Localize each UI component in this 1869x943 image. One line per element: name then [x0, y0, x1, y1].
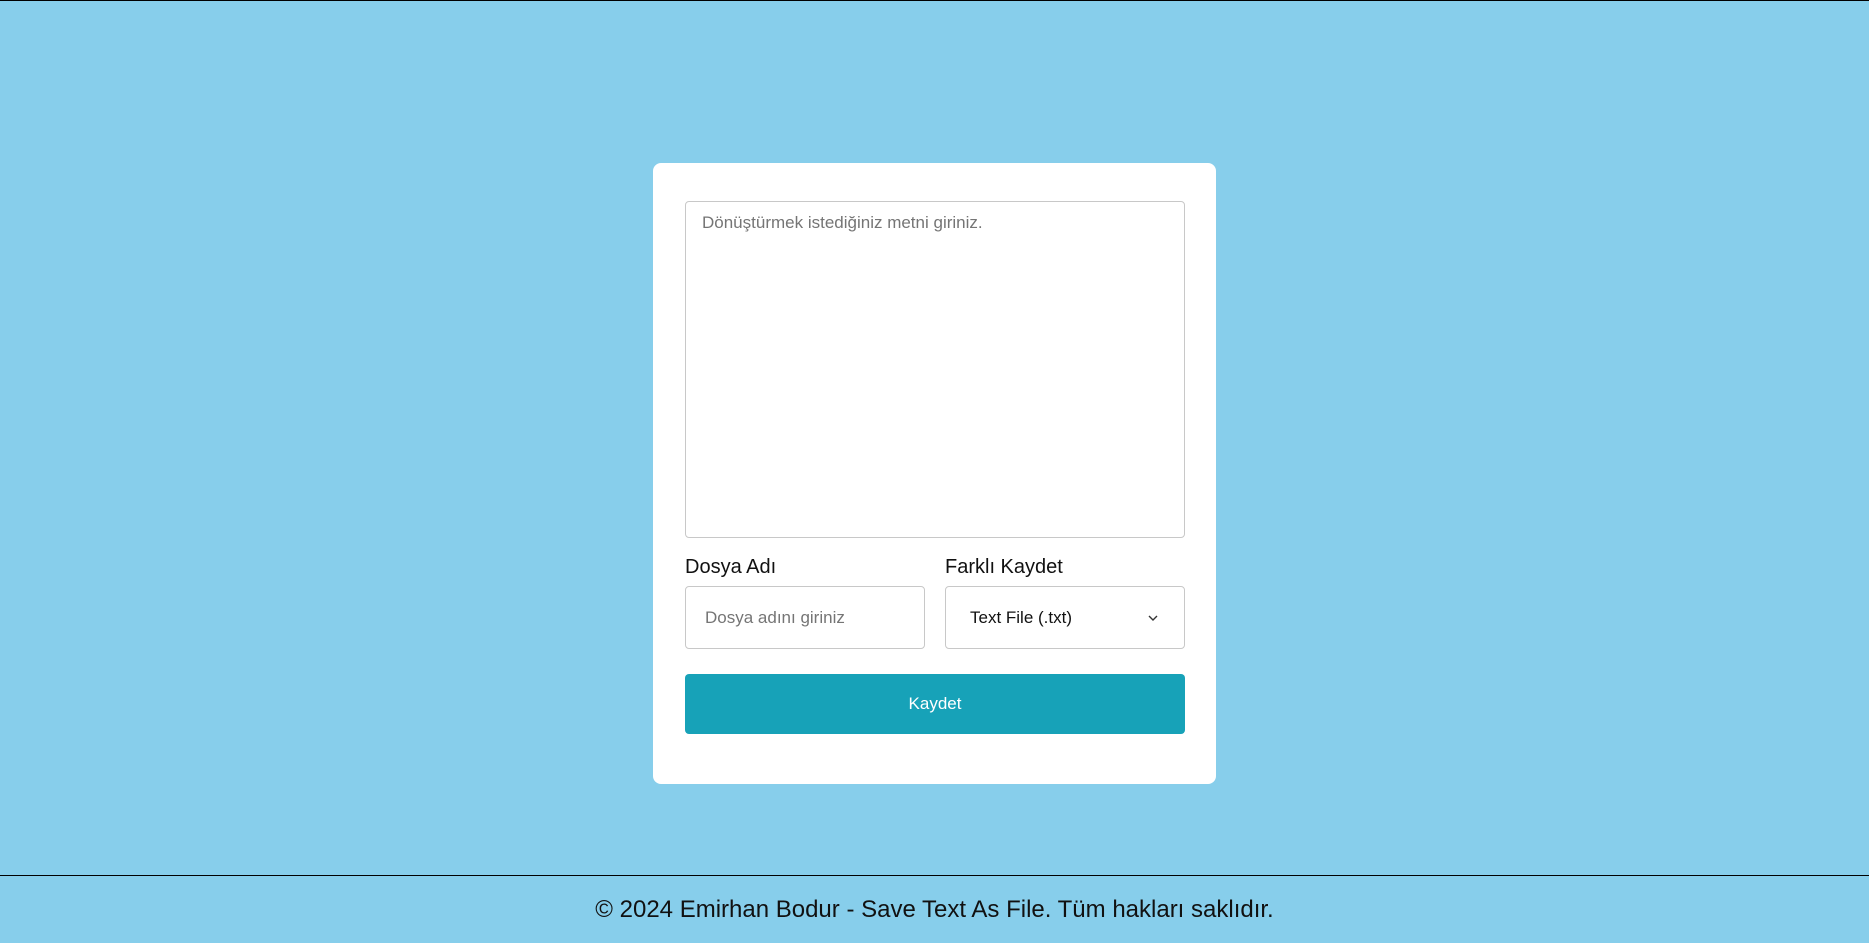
text-content-textarea[interactable]: [685, 201, 1185, 538]
format-selected-value: Text File (.txt): [970, 607, 1073, 627]
footer-copyright-text: © 2024 Emirhan Bodur - Save Text As File…: [595, 896, 1274, 923]
format-label: Farklı Kaydet: [945, 556, 1063, 578]
format-select[interactable]: Text File (.txt): [945, 586, 1185, 649]
options-row: Dosya Adı Farklı Kaydet Text File (.txt): [685, 556, 1185, 649]
filename-label: Dosya Adı: [685, 556, 777, 578]
save-button[interactable]: Kaydet: [685, 674, 1185, 734]
filename-field: Dosya Adı: [685, 556, 925, 649]
page: Dosya Adı Farklı Kaydet Text File (.txt)…: [0, 0, 1869, 943]
format-field: Farklı Kaydet Text File (.txt): [945, 556, 1185, 649]
footer: © 2024 Emirhan Bodur - Save Text As File…: [0, 875, 1869, 943]
chevron-down-icon: [1146, 611, 1160, 625]
filename-input[interactable]: [685, 586, 925, 649]
form-card: Dosya Adı Farklı Kaydet Text File (.txt)…: [653, 163, 1216, 784]
